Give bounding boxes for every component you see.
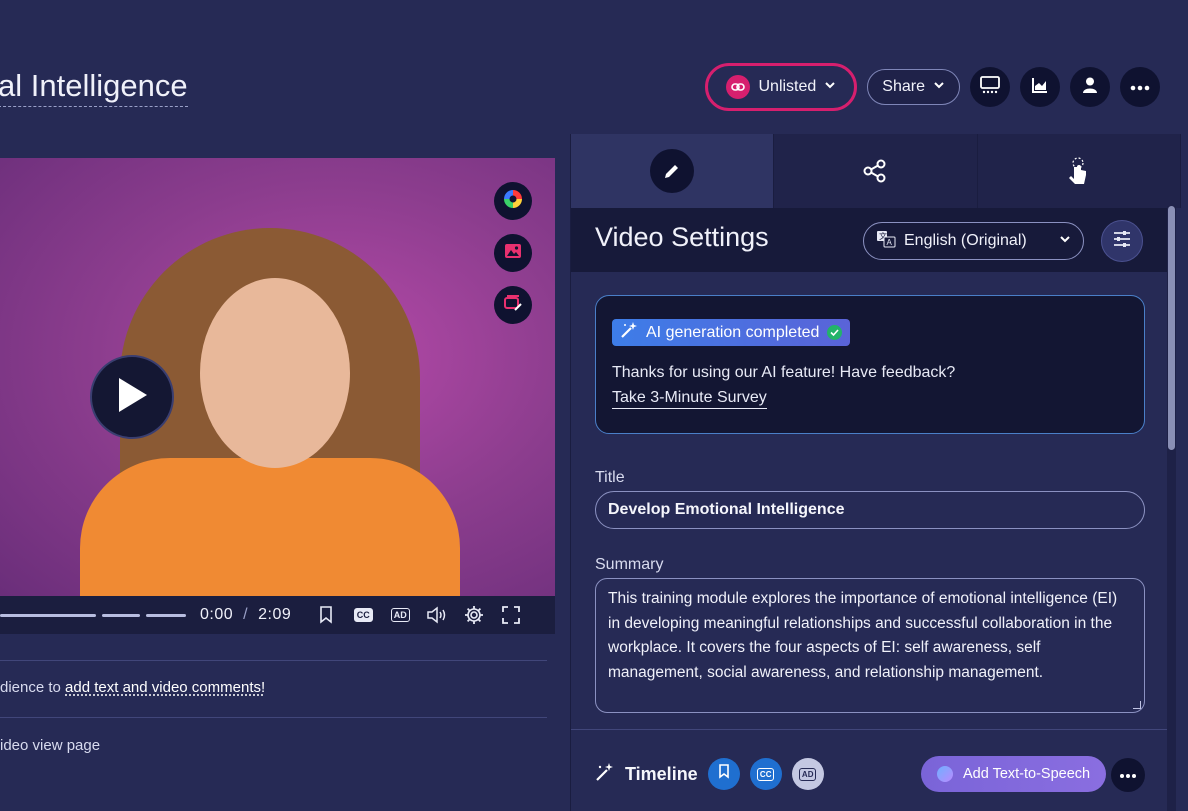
ai-feedback-message: Thanks for using our AI feature! Have fe… <box>612 364 956 381</box>
color-wheel-icon <box>503 189 523 214</box>
summary-label: Summary <box>595 556 664 573</box>
timeline-bar: Timeline CC AD Add Text-to-Speech <box>595 754 1145 794</box>
svg-text:A: A <box>887 238 893 247</box>
cc-icon: CC <box>756 767 775 781</box>
chevron-down-icon <box>933 78 945 96</box>
tab-interactions[interactable] <box>978 134 1181 208</box>
more-button[interactable] <box>1120 67 1160 107</box>
monitor-icon <box>979 74 1001 101</box>
edit-overlay-button[interactable] <box>494 286 532 324</box>
timeline-bookmark-button[interactable] <box>707 758 740 790</box>
check-circle-icon <box>827 325 843 340</box>
settings-gear-icon[interactable] <box>463 604 485 626</box>
link-icon <box>726 75 751 99</box>
left-divider-top <box>0 660 547 661</box>
settings-title: Video Settings <box>595 222 769 252</box>
visibility-highlight: Unlisted <box>705 63 858 111</box>
current-time: 0:00 <box>200 606 234 623</box>
tab-share[interactable] <box>774 134 978 208</box>
duration: 2:09 <box>258 606 292 623</box>
settings-header: Video Settings 文A English (Original) <box>571 208 1169 272</box>
scrollbar-thumb[interactable] <box>1168 206 1175 450</box>
ad-icon: AD <box>390 608 410 622</box>
user-icon <box>1081 76 1099 99</box>
survey-link[interactable]: Take 3-Minute Survey <box>612 389 767 409</box>
ai-status-badge: AI generation completed <box>612 319 851 346</box>
video-player[interactable] <box>0 158 555 596</box>
edit-overlay-icon <box>503 293 523 318</box>
ai-feedback-card: AI generation completed Thanks for using… <box>595 295 1145 434</box>
more-icon <box>1119 766 1137 784</box>
panel-divider <box>571 729 1169 730</box>
tap-gesture-icon <box>1057 149 1101 193</box>
share-label: Share <box>882 78 925 95</box>
filter-settings-button[interactable] <box>1101 220 1143 262</box>
time-display: 0:00 / 2:09 <box>200 606 291 624</box>
panel-tabs <box>571 134 1181 208</box>
profile-button[interactable] <box>1070 67 1110 107</box>
page-title[interactable]: al Intelligence <box>0 68 188 107</box>
control-icons: CC AD <box>315 604 522 626</box>
summary-textarea[interactable]: This training module explores the import… <box>595 578 1145 713</box>
visibility-dropdown[interactable]: Unlisted <box>714 69 848 105</box>
visibility-label: Unlisted <box>758 78 817 95</box>
left-divider-bottom <box>0 717 547 718</box>
fullscreen-icon[interactable] <box>500 604 522 626</box>
tts-label: Add Text-to-Speech <box>963 766 1091 782</box>
cc-icon: CC <box>353 608 373 622</box>
comments-info: dience to add text and video comments! <box>0 679 265 696</box>
presentation-button[interactable] <box>970 67 1010 107</box>
audio-description-button[interactable]: AD <box>389 604 411 626</box>
add-comments-link[interactable]: add text and video comments! <box>65 679 265 696</box>
time-separator: / <box>243 606 249 623</box>
language-value: English (Original) <box>904 232 1027 249</box>
timeline-more-button[interactable] <box>1111 758 1145 792</box>
header-actions: Unlisted Share <box>705 63 1160 111</box>
tab-edit[interactable] <box>571 134 775 208</box>
video-tools <box>494 182 532 324</box>
video-frame-face <box>200 278 350 468</box>
chevron-down-icon <box>824 78 836 96</box>
analytics-button[interactable] <box>1020 67 1060 107</box>
tts-icon <box>937 766 953 782</box>
header: al Intelligence Unlisted Share <box>0 0 1188 134</box>
magic-wand-icon <box>595 762 615 787</box>
share-button[interactable]: Share <box>867 69 960 105</box>
play-icon <box>115 376 149 419</box>
summary-text: This training module explores the import… <box>608 590 1118 681</box>
image-button[interactable] <box>494 234 532 272</box>
progress-bar[interactable] <box>0 613 186 617</box>
panel-scrollbar[interactable] <box>1167 206 1176 811</box>
language-select[interactable]: 文A English (Original) <box>863 222 1084 260</box>
image-icon <box>504 242 522 265</box>
title-input[interactable]: Develop Emotional Intelligence <box>595 491 1145 529</box>
volume-icon[interactable] <box>426 604 448 626</box>
bookmark-icon[interactable] <box>315 604 337 626</box>
video-frame-sweater <box>80 458 460 596</box>
ad-icon: AD <box>798 767 817 781</box>
more-icon <box>1130 78 1150 96</box>
share-nodes-icon <box>853 149 897 193</box>
comments-prefix: dience to <box>0 679 66 696</box>
pencil-icon <box>650 149 695 193</box>
analytics-icon <box>1030 75 1050 100</box>
sliders-icon <box>1112 230 1132 253</box>
translate-icon: 文A <box>876 230 896 253</box>
timeline-audio-description-button[interactable]: AD <box>791 758 824 790</box>
video-controls: 0:00 / 2:09 CC AD <box>0 596 555 634</box>
captions-button[interactable]: CC <box>352 604 374 626</box>
add-text-to-speech-button[interactable]: Add Text-to-Speech <box>921 756 1107 792</box>
ai-status-text: AI generation completed <box>646 323 820 341</box>
bookmark-icon <box>718 764 730 784</box>
settings-panel: Video Settings 文A English (Original) AI … <box>570 134 1181 811</box>
timeline-label: Timeline <box>625 763 698 784</box>
magic-wand-icon <box>620 321 638 344</box>
play-button[interactable] <box>90 355 174 439</box>
view-page-info: ideo view page <box>0 737 101 754</box>
title-label: Title <box>595 469 625 486</box>
resize-handle-icon[interactable] <box>1133 701 1141 709</box>
color-wheel-button[interactable] <box>494 182 532 220</box>
timeline-captions-button[interactable]: CC <box>749 758 782 790</box>
chevron-down-icon <box>1059 232 1071 250</box>
